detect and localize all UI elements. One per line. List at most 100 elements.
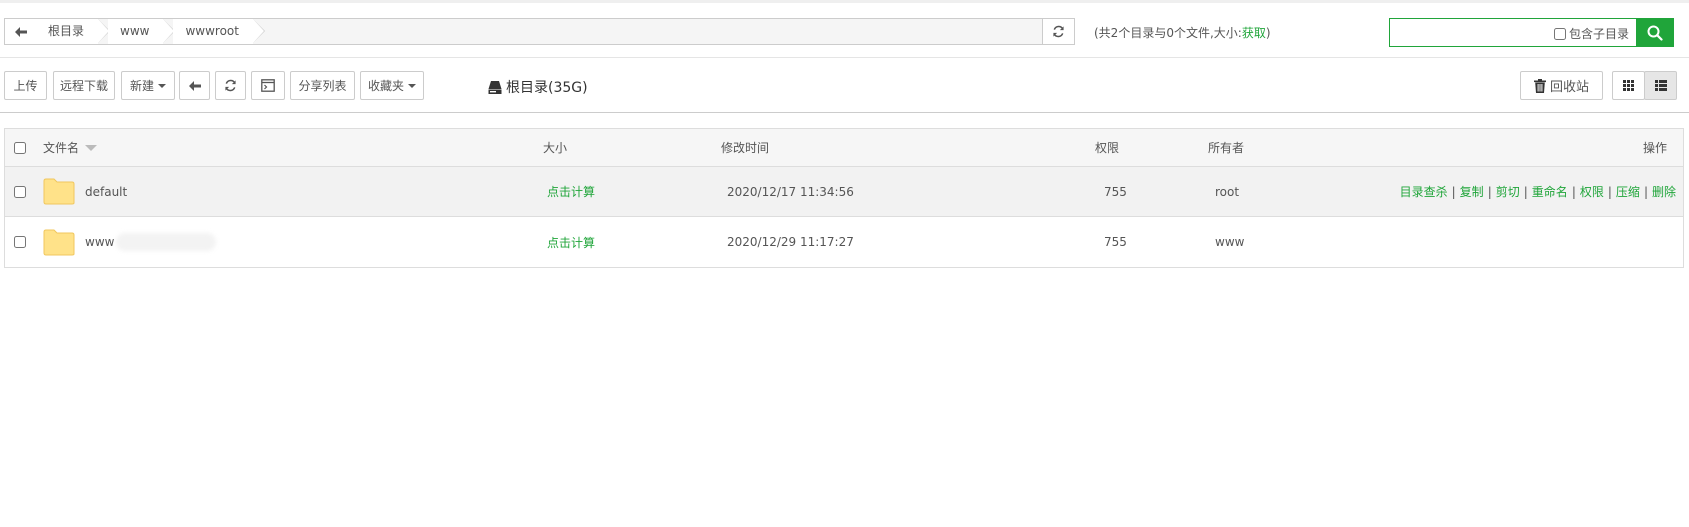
table-row[interactable]: default 点击计算 2020/12/17 11:34:56 755 roo… — [5, 167, 1683, 217]
dir-summary-suffix: ) — [1265, 26, 1271, 40]
include-subdir-checkbox[interactable] — [1554, 27, 1566, 40]
file-mtime: 2020/12/29 11:17:27 — [727, 217, 854, 267]
header-size: 大小 — [543, 129, 567, 166]
path-bar: 根目录 www wwwroot — [4, 18, 1075, 45]
file-owner-label: www — [1215, 235, 1245, 249]
arrow-left-icon — [14, 26, 27, 37]
action-separator: | — [1607, 184, 1612, 199]
action-separator: | — [1451, 184, 1456, 199]
action-compress[interactable]: 压缩 — [1616, 183, 1640, 200]
row-checkbox[interactable] — [14, 236, 26, 248]
select-all-cell — [14, 129, 26, 166]
file-perm: 755 — [1104, 217, 1127, 267]
action-rename[interactable]: 重命名 — [1532, 183, 1568, 200]
recycle-bin-button[interactable]: 回收站 — [1520, 71, 1603, 100]
header-ops-label: 操作 — [1642, 141, 1667, 155]
row-select-cell — [14, 217, 26, 267]
path-refresh-button[interactable] — [1042, 19, 1074, 44]
disk-info[interactable]: 根目录(35G) — [488, 77, 588, 97]
select-all-checkbox[interactable] — [14, 141, 26, 154]
remote-download-label: 远程下载 — [59, 79, 108, 93]
caret-down-icon — [408, 83, 416, 88]
row-checkbox[interactable] — [14, 185, 26, 198]
favorites-label: 收藏夹 — [367, 79, 404, 93]
breadcrumb-item-www[interactable]: www — [108, 19, 177, 44]
include-subdir-option[interactable]: 包含子目录 — [1554, 25, 1629, 42]
favorites-dropdown-button[interactable]: 收藏夹 — [360, 71, 424, 100]
include-subdir-label: 包含子目录 — [1569, 27, 1630, 41]
new-label: 新建 — [129, 79, 154, 93]
header-name[interactable]: 文件名 — [43, 129, 98, 166]
file-mtime-label: 2020/12/29 11:17:27 — [727, 235, 854, 249]
table-row[interactable]: www 点击计算 2020/12/29 11:17:27 755 www — [5, 217, 1683, 267]
redacted-blur — [116, 233, 217, 251]
file-name[interactable]: default — [85, 167, 127, 216]
toolbar-divider — [0, 112, 1689, 113]
file-perm-label: 755 — [1104, 235, 1127, 249]
file-owner: root — [1215, 167, 1239, 216]
search-icon — [1647, 25, 1663, 41]
share-list-label: 分享列表 — [298, 79, 347, 93]
terminal-button[interactable] — [251, 71, 285, 100]
calc-size-label: 点击计算 — [547, 235, 596, 250]
action-separator: | — [1643, 184, 1648, 199]
header-ops: 操作 — [1643, 129, 1667, 166]
header-name-label: 文件名 — [43, 141, 80, 155]
action-delete[interactable]: 删除 — [1652, 183, 1676, 200]
list-view-button[interactable] — [1644, 71, 1677, 100]
search-box: 包含子目录 — [1389, 18, 1674, 47]
action-scan-dir[interactable]: 目录查杀 — [1400, 183, 1448, 200]
table-header: 文件名 大小 修改时间 权限 所有者 操作 — [5, 129, 1683, 167]
header-mtime-label: 修改时间 — [721, 141, 770, 155]
calc-size-link[interactable]: 点击计算 — [547, 217, 595, 267]
grid-view-button[interactable] — [1612, 71, 1645, 100]
row-actions: 目录查杀 | 复制 | 剪切 | 重命名 | 权限 | 压缩 | 删除 — [1400, 167, 1676, 216]
sort-down-icon — [85, 144, 98, 151]
new-dropdown-button[interactable]: 新建 — [121, 71, 175, 100]
calc-size-link[interactable]: 点击计算 — [547, 167, 595, 216]
folder-icon — [43, 178, 75, 205]
header-mtime: 修改时间 — [721, 129, 769, 166]
header-perm-label: 权限 — [1095, 141, 1120, 155]
share-list-button[interactable]: 分享列表 — [290, 71, 355, 100]
search-button[interactable] — [1636, 18, 1674, 47]
path-back-button[interactable] — [5, 19, 37, 44]
action-cut[interactable]: 剪切 — [1496, 183, 1520, 200]
file-mtime-label: 2020/12/17 11:34:56 — [727, 184, 854, 199]
grid-view-icon — [1623, 80, 1634, 91]
dir-summary-text: (共2个目录与0个文件,大小: — [1094, 26, 1242, 40]
folder-icon-cell — [43, 217, 75, 267]
header-owner-label: 所有者 — [1208, 141, 1245, 155]
list-view-icon — [1654, 80, 1667, 91]
file-name-label: default — [85, 184, 128, 199]
action-permission[interactable]: 权限 — [1580, 183, 1604, 200]
action-separator: | — [1487, 184, 1492, 199]
recycle-bin-label: 回收站 — [1549, 80, 1589, 95]
calc-size-label: 点击计算 — [547, 185, 596, 199]
file-owner: www — [1215, 217, 1244, 267]
refresh-icon — [1053, 25, 1064, 38]
get-size-link[interactable]: 获取 — [1242, 26, 1266, 40]
breadcrumb-item-wwwroot[interactable]: wwwroot — [173, 19, 265, 44]
action-copy[interactable]: 复制 — [1460, 183, 1484, 200]
file-perm-label: 755 — [1104, 184, 1127, 199]
file-name[interactable]: www — [85, 217, 217, 267]
upload-button[interactable]: 上传 — [4, 71, 47, 100]
file-perm: 755 — [1104, 167, 1127, 216]
breadcrumb-item-root[interactable]: 根目录 — [36, 19, 111, 44]
header-size-label: 大小 — [543, 141, 568, 155]
back-button[interactable] — [179, 71, 210, 100]
file-table: 文件名 大小 修改时间 权限 所有者 操作 default 点击计算 2020/… — [4, 128, 1684, 268]
refresh-icon — [225, 79, 236, 92]
row-select-cell — [14, 167, 26, 216]
file-owner-label: root — [1215, 184, 1240, 199]
refresh-button[interactable] — [215, 71, 246, 100]
remote-download-button[interactable]: 远程下载 — [53, 71, 115, 100]
file-name-label: www — [85, 235, 115, 249]
search-input[interactable] — [1392, 21, 1546, 45]
upload-label: 上传 — [13, 79, 38, 93]
dir-summary: (共2个目录与0个文件,大小:获取) — [1094, 24, 1271, 41]
hard-drive-icon — [488, 80, 502, 94]
file-mtime: 2020/12/17 11:34:56 — [727, 167, 854, 216]
top-divider — [0, 0, 1689, 3]
